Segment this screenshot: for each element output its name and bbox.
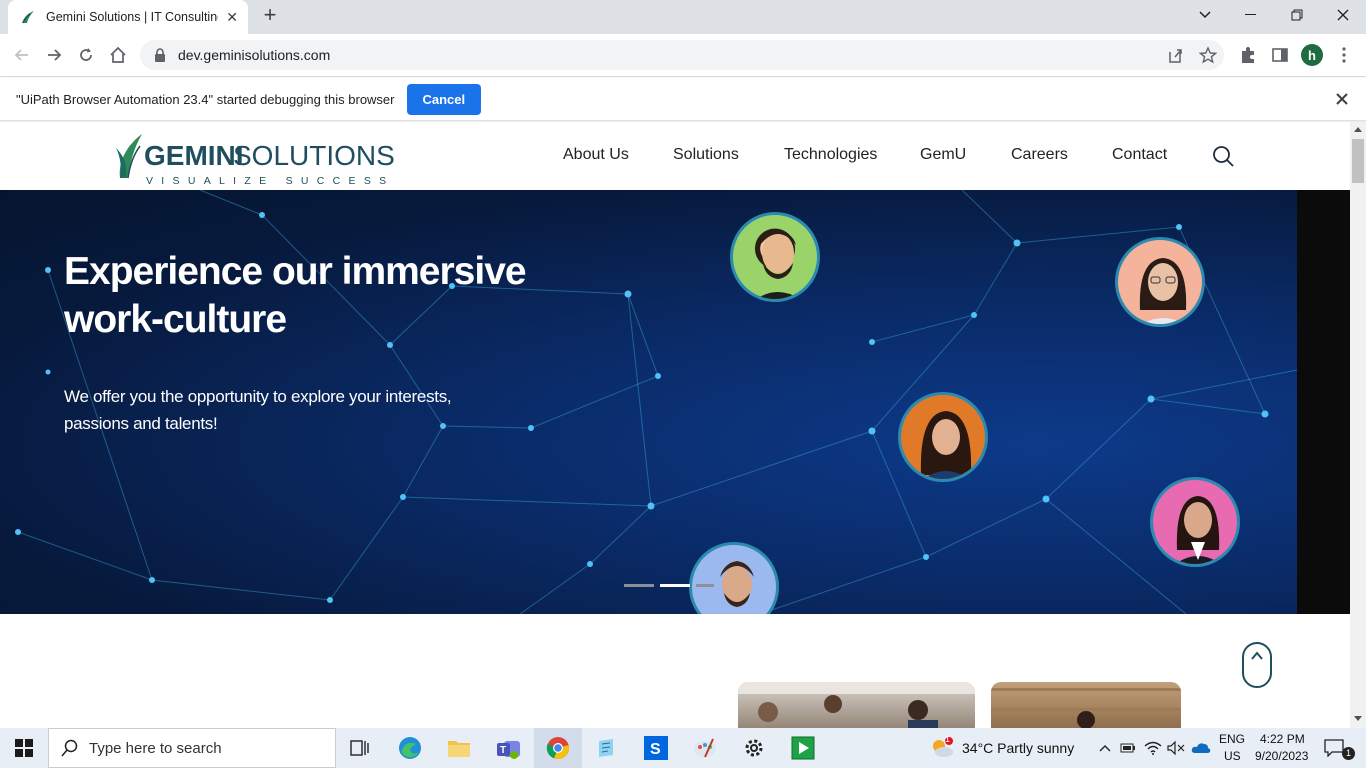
leaf-logo-icon xyxy=(116,134,142,179)
browser-toolbar: dev.geminisolutions.com h xyxy=(0,34,1366,77)
browser-tab[interactable]: Gemini Solutions | IT Consulting ✕ xyxy=(8,0,248,34)
back-icon[interactable] xyxy=(9,42,35,68)
next-slide-peek xyxy=(1297,190,1350,614)
clock-time[interactable]: 4:22 PM xyxy=(1260,732,1305,746)
paint-icon[interactable] xyxy=(691,734,719,762)
logo-text-gemini: GEMINI xyxy=(144,140,244,171)
scrollbar-thumb[interactable] xyxy=(1352,139,1364,183)
uipath-studio-icon[interactable]: S xyxy=(642,734,670,762)
share-icon[interactable] xyxy=(1166,40,1184,75)
debug-infobar: "UiPath Browser Automation 23.4" started… xyxy=(0,78,1366,121)
file-explorer-icon[interactable] xyxy=(445,734,473,762)
gemini-favicon-icon xyxy=(22,11,34,24)
volume-muted-icon[interactable] xyxy=(1162,734,1190,762)
nav-solutions[interactable]: Solutions xyxy=(673,146,739,164)
scroll-up-arrow-icon[interactable] xyxy=(1354,126,1362,132)
notepad-icon[interactable] xyxy=(592,734,620,762)
restore-icon[interactable] xyxy=(1274,0,1320,30)
scroll-to-top-button[interactable] xyxy=(1242,642,1272,688)
extensions-icon[interactable] xyxy=(1239,40,1257,75)
tab-title: Gemini Solutions | IT Consulting xyxy=(46,10,219,24)
address-bar[interactable]: dev.geminisolutions.com xyxy=(140,40,1224,70)
nav-about-us[interactable]: About Us xyxy=(563,146,629,164)
task-view-icon[interactable] xyxy=(346,734,374,762)
office-photo-1 xyxy=(738,682,975,728)
taskbar-search-box[interactable]: Type here to search xyxy=(48,728,336,768)
profile-avatar[interactable]: h xyxy=(1301,44,1323,66)
svg-text:T: T xyxy=(500,745,506,756)
nav-gemu[interactable]: GemU xyxy=(920,146,966,164)
weather-badge: 1 xyxy=(945,734,951,744)
teams-icon[interactable]: T xyxy=(495,734,523,762)
clock-date[interactable]: 9/20/2023 xyxy=(1255,749,1308,763)
employee-photo-4 xyxy=(1150,477,1240,567)
side-panel-icon[interactable] xyxy=(1271,40,1289,75)
forward-icon[interactable] xyxy=(41,42,67,68)
language-bottom[interactable]: US xyxy=(1224,749,1241,763)
reload-icon[interactable] xyxy=(73,42,99,68)
scroll-down-arrow-icon[interactable] xyxy=(1354,716,1362,722)
bookmark-star-icon[interactable] xyxy=(1198,40,1218,75)
settings-gear-icon[interactable] xyxy=(740,734,768,762)
hero-headline: Experience our immersive work-culture xyxy=(64,250,527,341)
tab-search-icon[interactable] xyxy=(1182,0,1228,30)
onedrive-icon[interactable] xyxy=(1187,734,1215,762)
chevron-up-icon xyxy=(1251,651,1263,660)
uipath-assistant-icon[interactable] xyxy=(789,734,817,762)
slider-dot-2[interactable] xyxy=(660,584,690,587)
lock-icon xyxy=(155,48,165,62)
employee-photo-3 xyxy=(898,392,988,482)
url-text: dev.geminisolutions.com xyxy=(178,47,331,63)
website-viewport: GEMINI SOLUTIONS VISUALIZE SUCCESS About… xyxy=(0,122,1350,728)
logo-tagline: VISUALIZE SUCCESS xyxy=(146,175,395,187)
nav-careers[interactable]: Careers xyxy=(1011,146,1068,164)
weather-text[interactable]: 34°C Partly sunny xyxy=(962,740,1074,756)
hero-banner: Experience our immersive work-culture We… xyxy=(0,190,1297,614)
edge-browser-icon[interactable] xyxy=(396,734,424,762)
hero-subtext: We offer you the opportunity to explore … xyxy=(64,387,452,433)
gemini-logo[interactable]: GEMINI SOLUTIONS VISUALIZE SUCCESS xyxy=(116,132,395,187)
minimize-icon[interactable] xyxy=(1228,0,1274,30)
employee-photo-1 xyxy=(730,212,820,302)
language-top[interactable]: ENG xyxy=(1219,732,1245,746)
new-tab-button[interactable]: + xyxy=(259,4,281,27)
site-search-icon[interactable] xyxy=(1212,145,1234,167)
close-tab-icon[interactable]: ✕ xyxy=(226,9,238,26)
taskbar-search-placeholder: Type here to search xyxy=(89,739,222,757)
cancel-debugging-button[interactable]: Cancel xyxy=(406,83,482,115)
tab-strip: Gemini Solutions | IT Consulting ✕ + xyxy=(0,0,1366,34)
windows-taskbar: Type here to search T S 1 34°C Partly su… xyxy=(0,728,1366,768)
battery-icon[interactable] xyxy=(1114,734,1142,762)
page-scrollbar[interactable] xyxy=(1350,122,1366,728)
close-infobar-icon[interactable] xyxy=(1334,91,1350,107)
slider-pagination xyxy=(624,584,714,587)
nav-contact[interactable]: Contact xyxy=(1112,146,1167,164)
logo-text-solutions: SOLUTIONS xyxy=(233,140,395,171)
search-icon xyxy=(61,739,78,757)
windows-start-icon[interactable] xyxy=(0,728,48,768)
slider-dot-3[interactable] xyxy=(696,584,714,587)
menu-kebab-icon[interactable] xyxy=(1337,40,1351,75)
content-section xyxy=(0,614,1350,728)
svg-text:S: S xyxy=(650,741,661,758)
slider-dot-1[interactable] xyxy=(624,584,654,587)
chrome-icon[interactable] xyxy=(544,734,572,762)
office-photo-2 xyxy=(991,682,1181,728)
nav-technologies[interactable]: Technologies xyxy=(784,146,877,164)
site-header: GEMINI SOLUTIONS VISUALIZE SUCCESS About… xyxy=(0,122,1350,190)
weather-icon[interactable] xyxy=(928,734,956,762)
home-icon[interactable] xyxy=(105,42,131,68)
notification-count: 1 xyxy=(1342,747,1355,760)
infobar-message: "UiPath Browser Automation 23.4" started… xyxy=(16,91,395,107)
close-window-icon[interactable] xyxy=(1320,0,1366,30)
employee-photo-2 xyxy=(1115,237,1205,327)
